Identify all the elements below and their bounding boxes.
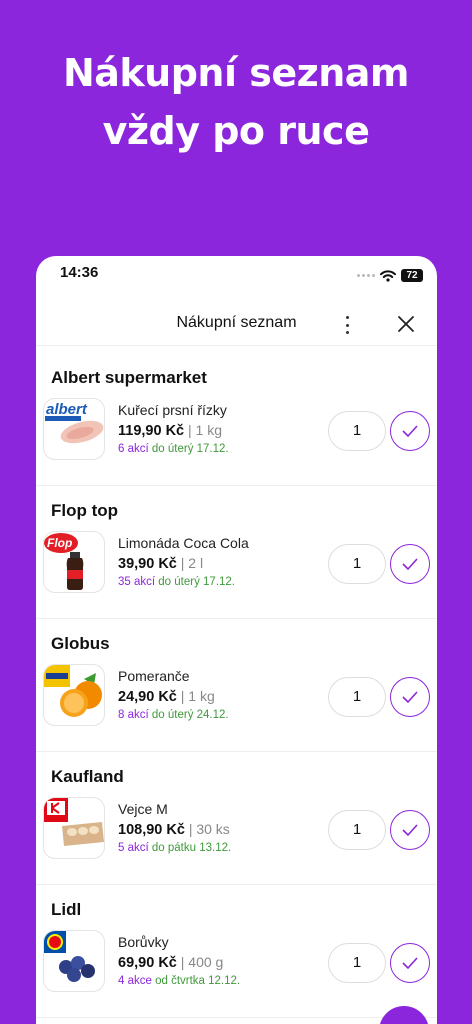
price-line: 108,90 Kč | 30 ks [118, 821, 230, 838]
price-line: 24,90 Kč | 1 kg [118, 688, 215, 705]
deals-info[interactable]: 4 akce od čtvrtka 12.12. [118, 975, 240, 987]
product-name: Pomeranče [118, 668, 190, 684]
deals-until: do pátku 13.12. [151, 842, 232, 854]
divider [36, 618, 437, 619]
store-name: Lidl [51, 900, 82, 919]
product-unit: | 2 l [180, 555, 204, 571]
product-image[interactable] [43, 797, 105, 859]
product-unit: | 1 kg [180, 688, 215, 704]
deals-info[interactable]: 8 akcí do úterý 24.12. [118, 709, 229, 721]
product-image[interactable] [43, 930, 105, 992]
deals-count: 35 akcí [118, 576, 156, 588]
product-name: Limonáda Coca Cola [118, 535, 249, 551]
product-unit: | 400 g [180, 954, 224, 970]
product-name: Vejce M [118, 801, 168, 817]
navbar: Nákupní seznam [36, 302, 437, 346]
store-section-kaufland: Kaufland Vejce M 108,90 Kč | 30 ks 5 akc… [36, 753, 437, 885]
store-section-albert: Albert supermarket albert Kuřecí prsní ř… [36, 354, 437, 486]
oranges-image [44, 665, 102, 717]
hero-line-1: Nákupní seznam [62, 51, 410, 95]
checkmark-icon [402, 425, 418, 438]
deals-until: do úterý 24.12. [151, 709, 229, 721]
store-name: Flop top [51, 501, 119, 520]
more-vertical-icon[interactable] [338, 314, 356, 336]
quantity-field[interactable]: 1 [328, 411, 386, 451]
price-line: 39,90 Kč | 2 l [118, 555, 203, 572]
eggs-image [44, 798, 104, 846]
price-line: 69,90 Kč | 400 g [118, 954, 223, 971]
check-button[interactable] [390, 411, 430, 451]
product-price: 119,90 Kč [118, 423, 185, 439]
hero-headline: Nákupní seznam vždy po ruce [0, 44, 472, 160]
wifi-icon [380, 269, 396, 282]
quantity-field[interactable]: 1 [328, 943, 386, 983]
check-button[interactable] [390, 943, 430, 983]
product-price: 24,90 Kč [118, 689, 177, 705]
quantity-field[interactable]: 1 [328, 810, 386, 850]
check-button[interactable] [390, 677, 430, 717]
phone-screen: 14:36 72 Nákupní seznam Albert supermark… [36, 256, 437, 1024]
product-name: Borůvky [118, 934, 169, 950]
check-button[interactable] [390, 544, 430, 584]
product-price: 108,90 Kč [118, 822, 185, 838]
product-image[interactable]: albert [43, 398, 105, 460]
hero-line-2: vždy po ruce [102, 109, 370, 153]
page-title: Nákupní seznam [176, 314, 297, 331]
status-time: 14:36 [60, 264, 99, 281]
svg-text:albert: albert [46, 401, 88, 418]
battery-icon: 72 [401, 269, 423, 282]
deals-info[interactable]: 6 akcí do úterý 17.12. [118, 443, 229, 455]
checkmark-icon [402, 558, 418, 571]
divider [36, 884, 437, 885]
deals-until: do úterý 17.12. [151, 443, 229, 455]
store-name: Albert supermarket [51, 368, 207, 387]
deals-count: 6 akcí [118, 443, 149, 455]
chicken-schnitzel-image: albert [45, 401, 104, 444]
checkmark-icon [402, 691, 418, 704]
svg-text:Flop: Flop [47, 536, 72, 550]
close-icon[interactable] [396, 314, 416, 334]
status-icons: 72 [357, 269, 423, 282]
product-unit: | 1 kg [188, 422, 223, 438]
checkmark-icon [402, 957, 418, 970]
checkmark-icon [402, 824, 418, 837]
check-button[interactable] [390, 810, 430, 850]
store-name: Kaufland [51, 767, 124, 786]
store-section-flop-top: Flop top Flop Limonáda Coca Cola 39,90 K… [36, 487, 437, 619]
product-unit: | 30 ks [188, 821, 230, 837]
quantity-field[interactable]: 1 [328, 677, 386, 717]
divider [36, 751, 437, 752]
product-name: Kuřecí prsní řízky [118, 402, 227, 418]
deals-count: 8 akcí [118, 709, 149, 721]
deals-until: do úterý 17.12. [158, 576, 236, 588]
product-price: 39,90 Kč [118, 556, 177, 572]
price-line: 119,90 Kč | 1 kg [118, 422, 222, 439]
deals-info[interactable]: 35 akcí do úterý 17.12. [118, 576, 235, 588]
product-image[interactable] [43, 664, 105, 726]
status-bar: 14:36 72 [36, 256, 437, 292]
store-section-globus: Globus Pomeranče 24,90 Kč | 1 kg 8 akcí … [36, 620, 437, 752]
product-image[interactable]: Flop [43, 531, 105, 593]
store-name: Globus [51, 634, 110, 653]
deals-until: od čtvrtka 12.12. [155, 975, 241, 987]
coca-cola-bottle-image: Flop [44, 533, 84, 590]
deals-count: 4 akce [118, 975, 152, 987]
blueberries-image [44, 931, 95, 982]
signal-dots-icon [357, 274, 375, 277]
deals-count: 5 akcí [118, 842, 149, 854]
divider [36, 1017, 437, 1018]
quantity-field[interactable]: 1 [328, 544, 386, 584]
deals-info[interactable]: 5 akcí do pátku 13.12. [118, 842, 231, 854]
store-section-lidl: Lidl Borůvky 69,90 Kč | 400 g 4 akce od … [36, 886, 437, 1018]
product-price: 69,90 Kč [118, 955, 177, 971]
divider [36, 485, 437, 486]
